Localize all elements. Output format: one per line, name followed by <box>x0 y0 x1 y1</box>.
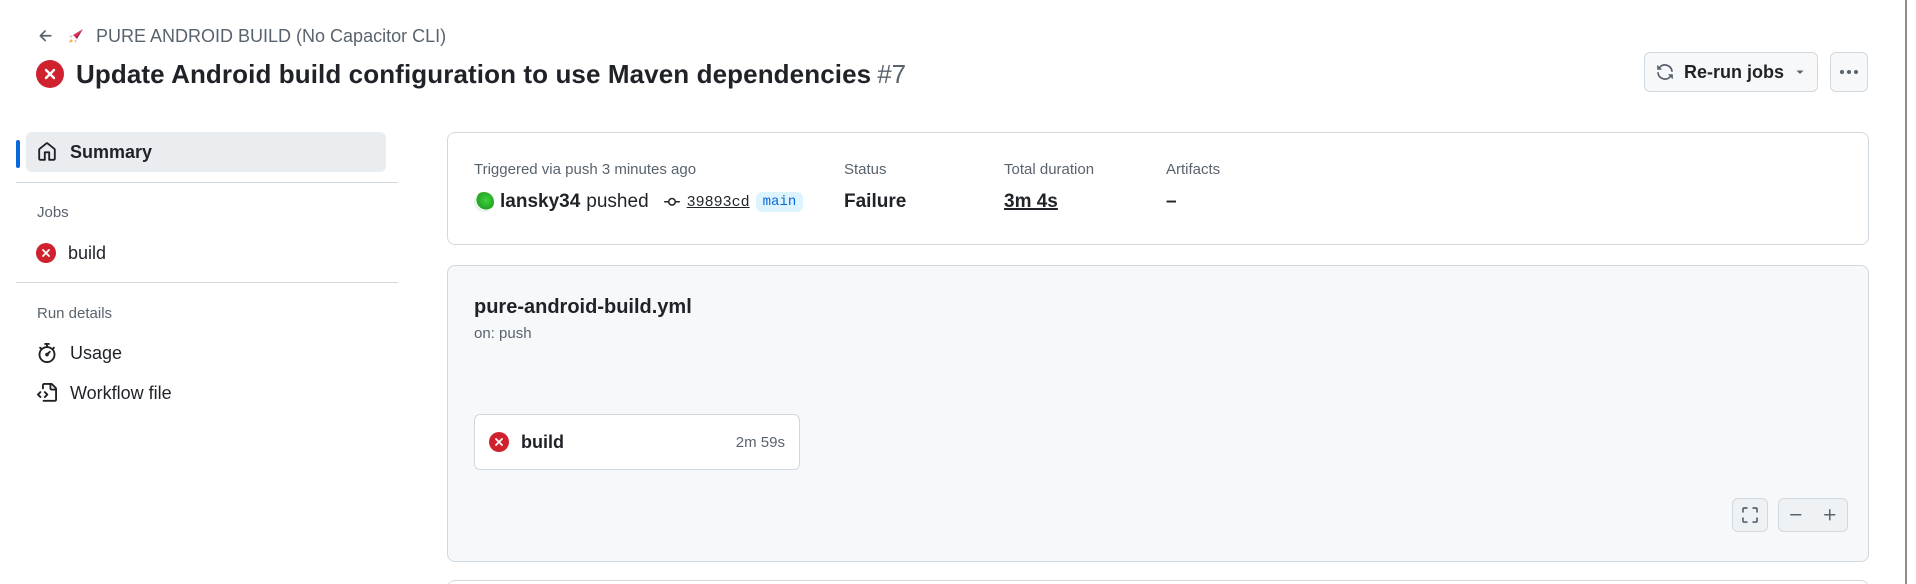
run-number: #7 <box>877 58 907 89</box>
sidebar-item-summary-label: Summary <box>70 141 153 162</box>
arrow-left-icon[interactable] <box>36 26 56 46</box>
sidebar-item-usage[interactable]: Usage <box>36 338 122 368</box>
workflow-name-link[interactable]: PURE ANDROID BUILD (No Capacitor CLI) <box>96 26 446 47</box>
more-options-button[interactable] <box>1830 52 1868 92</box>
run-details-heading: Run details <box>37 305 113 322</box>
workflow-trigger: on: push <box>474 325 532 342</box>
git-commit-icon <box>663 193 681 211</box>
sidebar-item-job-build[interactable]: build <box>36 238 106 268</box>
workflow-run-page: PURE ANDROID BUILD (No Capacitor CLI) Up… <box>0 0 1905 584</box>
artifacts-value: – <box>1166 191 1177 212</box>
jobs-heading: Jobs <box>37 204 69 221</box>
trigger-details: lansky34 pushed 39893cd main <box>474 191 804 213</box>
artifacts-label: Artifacts <box>1166 161 1221 178</box>
sidebar-item-workflow-file[interactable]: Workflow file <box>36 378 172 408</box>
sidebar-divider <box>16 182 398 183</box>
fullscreen-control <box>1732 498 1768 532</box>
back-row: PURE ANDROID BUILD (No Capacitor CLI) <box>36 24 446 48</box>
sidebar-item-label: build <box>68 242 107 263</box>
plus-icon[interactable] <box>1813 499 1847 531</box>
run-title-row: Update Android build configuration to us… <box>36 56 906 92</box>
stopwatch-icon <box>36 342 58 364</box>
rocket-icon <box>66 26 86 46</box>
screen-full-icon[interactable] <box>1733 499 1767 531</box>
active-nav-indicator <box>16 140 20 168</box>
duration-label: Total duration <box>1004 161 1095 178</box>
kebab-horizontal-icon <box>1839 69 1859 75</box>
actor-link[interactable]: lansky34 <box>500 191 580 213</box>
sidebar-item-label: Workflow file <box>70 382 172 403</box>
trigger-label: Triggered via push 3 minutes ago <box>474 161 697 178</box>
file-code-icon <box>36 382 58 404</box>
workflow-file-name: pure-android-build.yml <box>474 296 692 318</box>
sync-icon <box>1656 63 1674 81</box>
zoom-controls <box>1778 498 1848 532</box>
branch-label[interactable]: main <box>755 192 804 212</box>
status-value: Failure <box>844 191 907 212</box>
job-card-build[interactable]: build 2m 59s <box>474 414 800 470</box>
page-title: Update Android build configuration to us… <box>76 59 906 90</box>
triangle-down-icon <box>1794 66 1806 78</box>
sidebar-divider <box>16 282 398 283</box>
job-name: build <box>521 431 564 452</box>
commit-sha-link[interactable]: 39893cd <box>687 194 750 211</box>
sidebar-item-summary[interactable]: Summary <box>26 132 386 172</box>
job-duration: 2m 59s <box>735 433 785 451</box>
x-circle-fill-icon <box>489 432 509 452</box>
avatar[interactable] <box>474 192 494 212</box>
run-summary-card: Triggered via push 3 minutes ago lansky3… <box>447 132 1869 245</box>
duration-link[interactable]: 3m 4s <box>1004 191 1058 213</box>
annotations-card <box>447 580 1869 584</box>
window-edge <box>1905 0 1916 584</box>
sidebar-item-label: Usage <box>70 342 123 363</box>
x-circle-fill-icon <box>36 243 56 263</box>
rerun-jobs-label: Re-run jobs <box>1683 61 1784 82</box>
run-title: Update Android build configuration to us… <box>76 58 872 89</box>
status-label: Status <box>844 161 887 178</box>
workflow-graph-card: pure-android-build.yml on: push build 2m… <box>447 265 1869 562</box>
x-circle-fill-icon <box>36 60 64 88</box>
home-icon <box>36 141 58 163</box>
push-action: pushed <box>586 191 649 212</box>
dash-icon[interactable] <box>1779 499 1813 531</box>
rerun-jobs-button[interactable]: Re-run jobs <box>1644 52 1818 92</box>
